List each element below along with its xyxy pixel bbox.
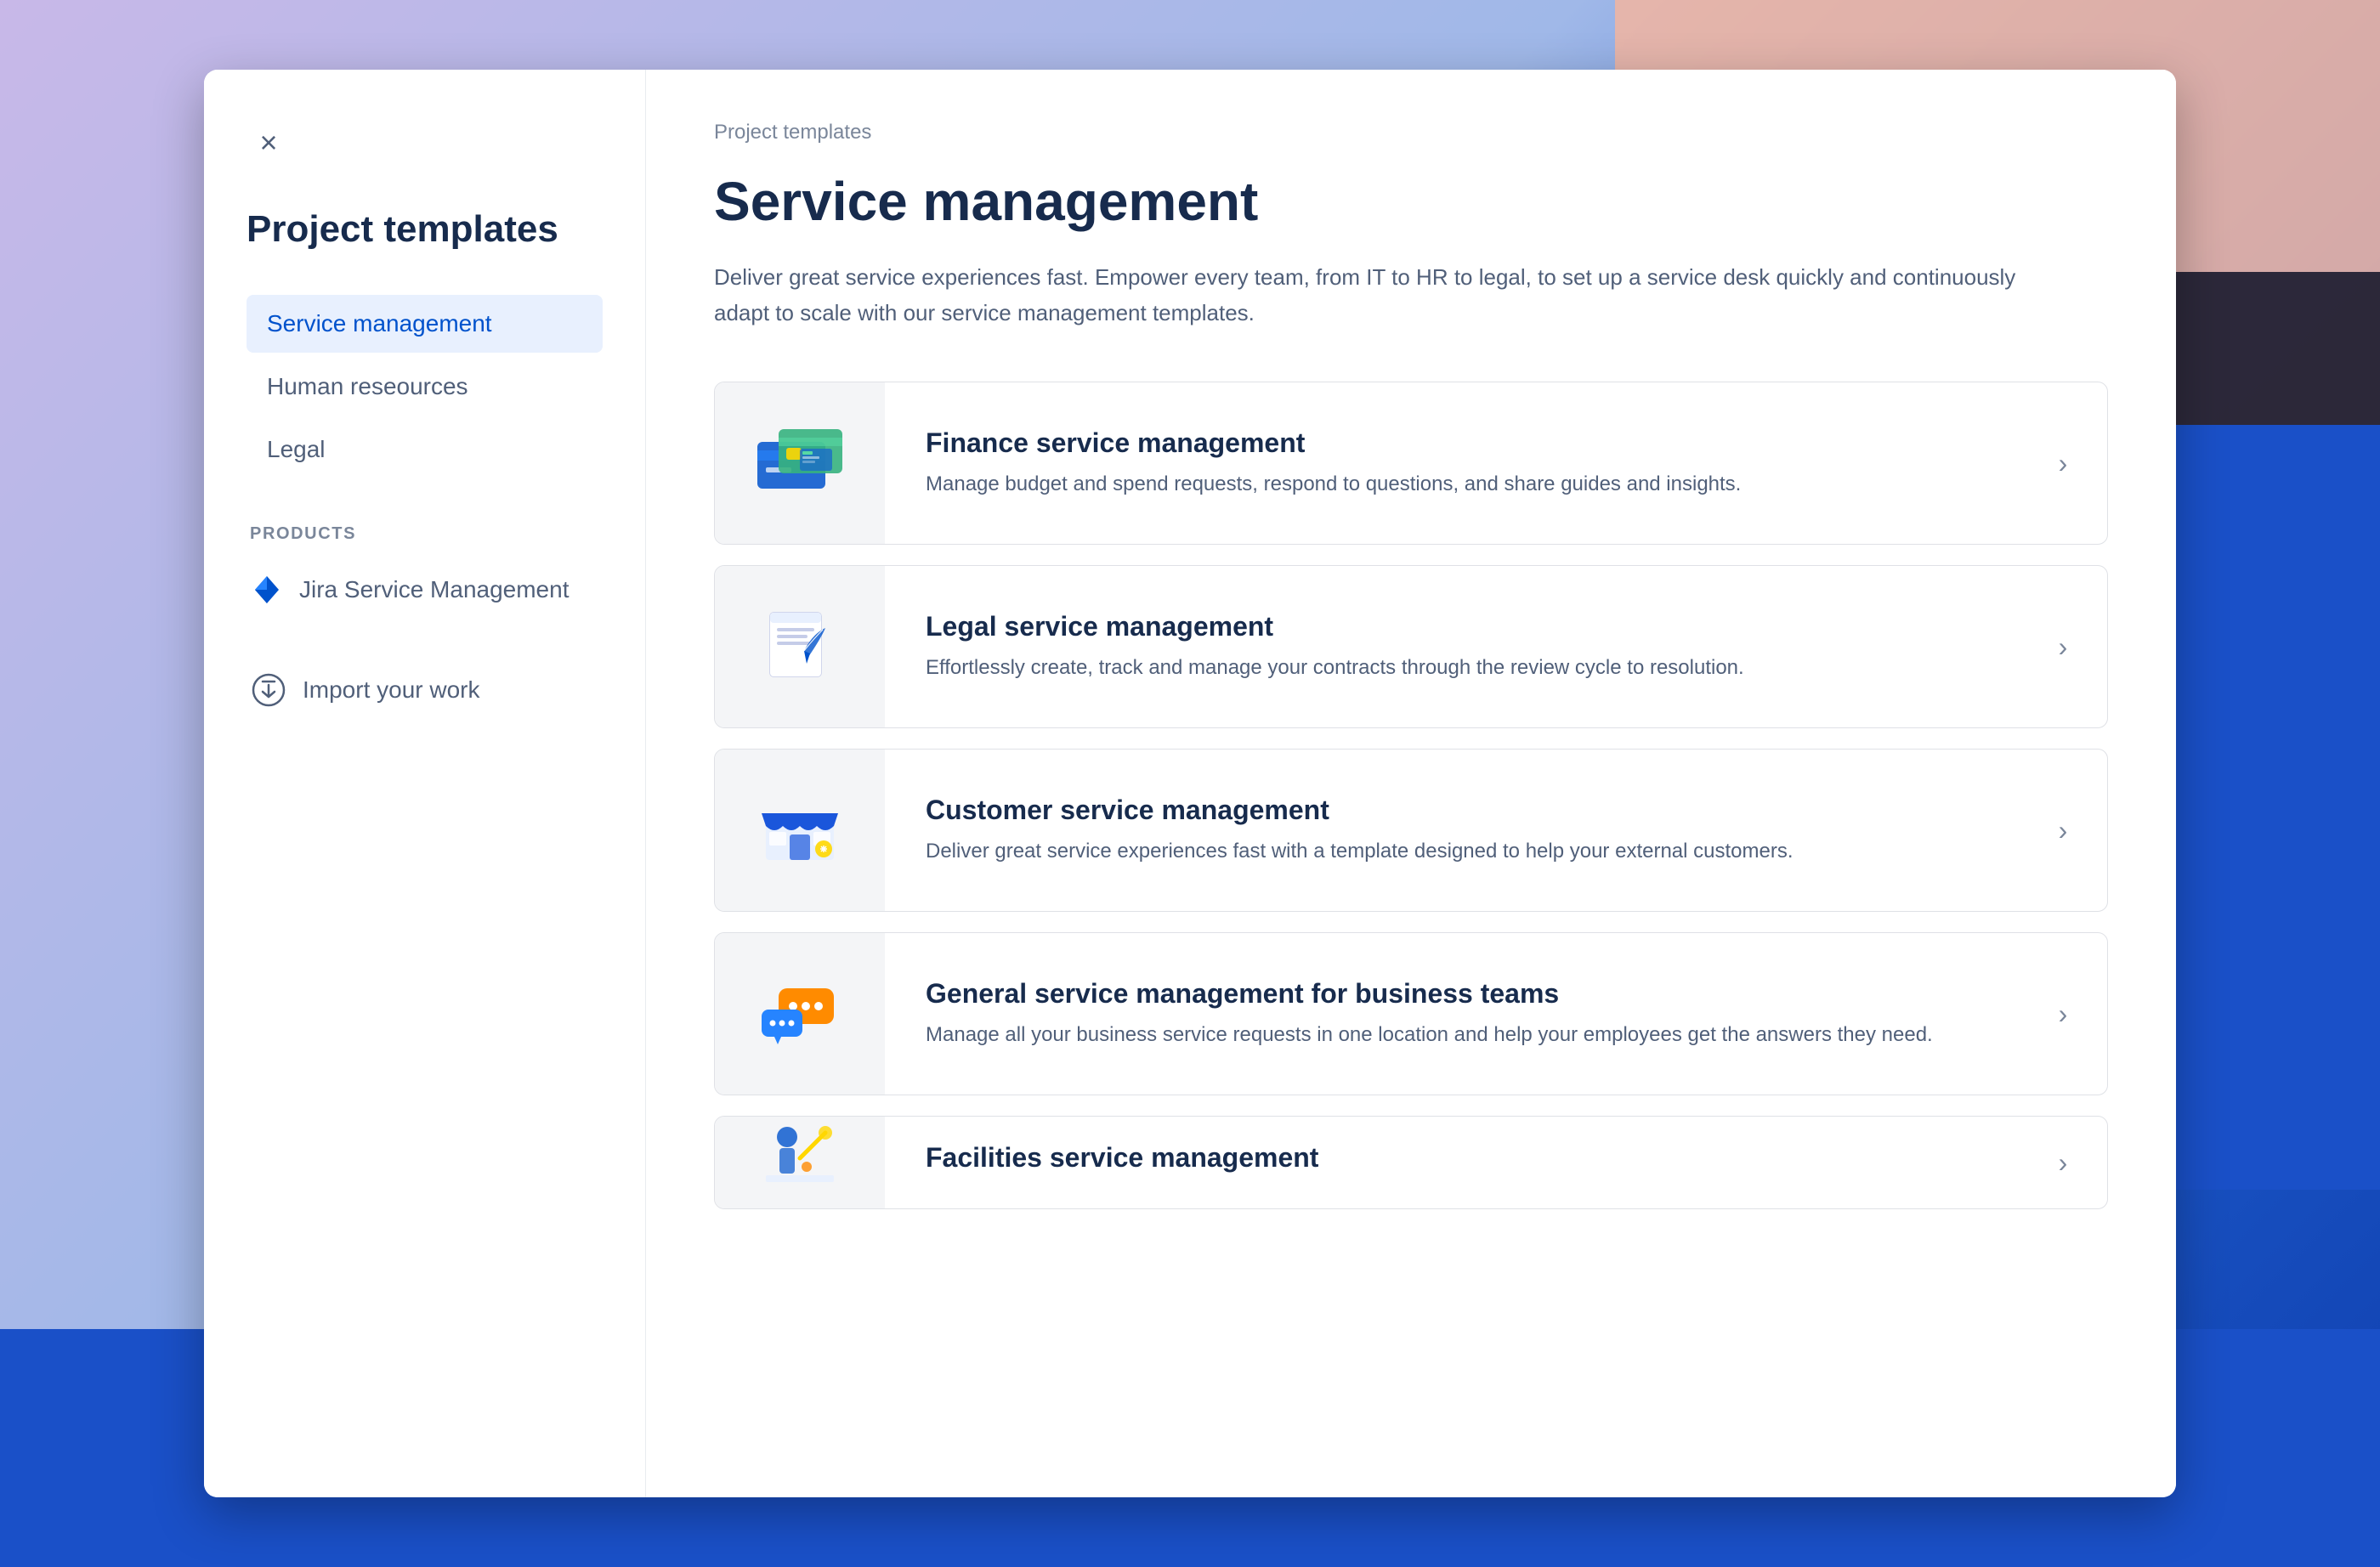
sidebar-item-human-resources[interactable]: Human reseources — [246, 358, 603, 416]
facilities-icon-area — [715, 1116, 885, 1209]
template-card-facilities[interactable]: Facilities service management › — [714, 1116, 2108, 1209]
import-work-item[interactable]: Import your work — [246, 659, 603, 721]
facilities-chevron-icon: › — [2039, 1147, 2107, 1179]
modal: × Project templates Service management H… — [204, 70, 2176, 1497]
jira-label: Jira Service Management — [299, 576, 569, 603]
customer-card-title: Customer service management — [926, 795, 1998, 826]
legal-card-body: Legal service management Effortlessly cr… — [885, 580, 2039, 714]
sidebar-title: Project templates — [246, 207, 603, 252]
legal-card-desc: Effortlessly create, track and manage yo… — [926, 653, 1998, 683]
customer-chevron-icon: › — [2039, 815, 2107, 846]
facilities-card-body: Facilities service management — [885, 1116, 2039, 1209]
template-card-finance[interactable]: Finance service management Manage budget… — [714, 382, 2108, 545]
facilities-card-title: Facilities service management — [926, 1142, 1998, 1174]
close-button[interactable]: × — [246, 121, 291, 165]
page-description: Deliver great service experiences fast. … — [714, 260, 2074, 331]
legal-card-title: Legal service management — [926, 611, 1998, 642]
sidebar-item-service-management[interactable]: Service management — [246, 295, 603, 353]
import-icon — [250, 671, 287, 709]
finance-icon-area — [715, 382, 885, 544]
general-card-body: General service management for business … — [885, 948, 2039, 1081]
import-label: Import your work — [303, 676, 480, 704]
customer-card-body: Customer service management Deliver grea… — [885, 764, 2039, 897]
page-title: Service management — [714, 170, 2108, 233]
general-chevron-icon: › — [2039, 998, 2107, 1030]
finance-card-desc: Manage budget and spend requests, respon… — [926, 469, 1998, 500]
finance-chevron-icon: › — [2039, 448, 2107, 479]
sidebar-item-legal[interactable]: Legal — [246, 421, 603, 478]
product-item-jira[interactable]: Jira Service Management — [246, 561, 603, 619]
template-card-legal[interactable]: Legal service management Effortlessly cr… — [714, 565, 2108, 728]
legal-chevron-icon: › — [2039, 631, 2107, 663]
sidebar: × Project templates Service management H… — [204, 70, 646, 1497]
breadcrumb: Project templates — [714, 121, 2108, 144]
template-card-general[interactable]: General service management for business … — [714, 932, 2108, 1095]
customer-icon-area — [715, 750, 885, 911]
finance-card-title: Finance service management — [926, 427, 1998, 459]
legal-icon-area — [715, 566, 885, 727]
jira-service-management-icon — [250, 573, 284, 607]
finance-card-body: Finance service management Manage budget… — [885, 397, 2039, 530]
template-card-customer[interactable]: Customer service management Deliver grea… — [714, 749, 2108, 912]
general-card-title: General service management for business … — [926, 978, 1998, 1010]
general-icon-area — [715, 933, 885, 1095]
products-section-label: PRODUCTS — [246, 524, 603, 544]
nav-list: Service management Human reseources Lega… — [246, 295, 603, 484]
main-content: Project templates Service management Del… — [646, 70, 2176, 1497]
general-card-desc: Manage all your business service request… — [926, 1020, 1998, 1050]
customer-card-desc: Deliver great service experiences fast w… — [926, 836, 1998, 867]
